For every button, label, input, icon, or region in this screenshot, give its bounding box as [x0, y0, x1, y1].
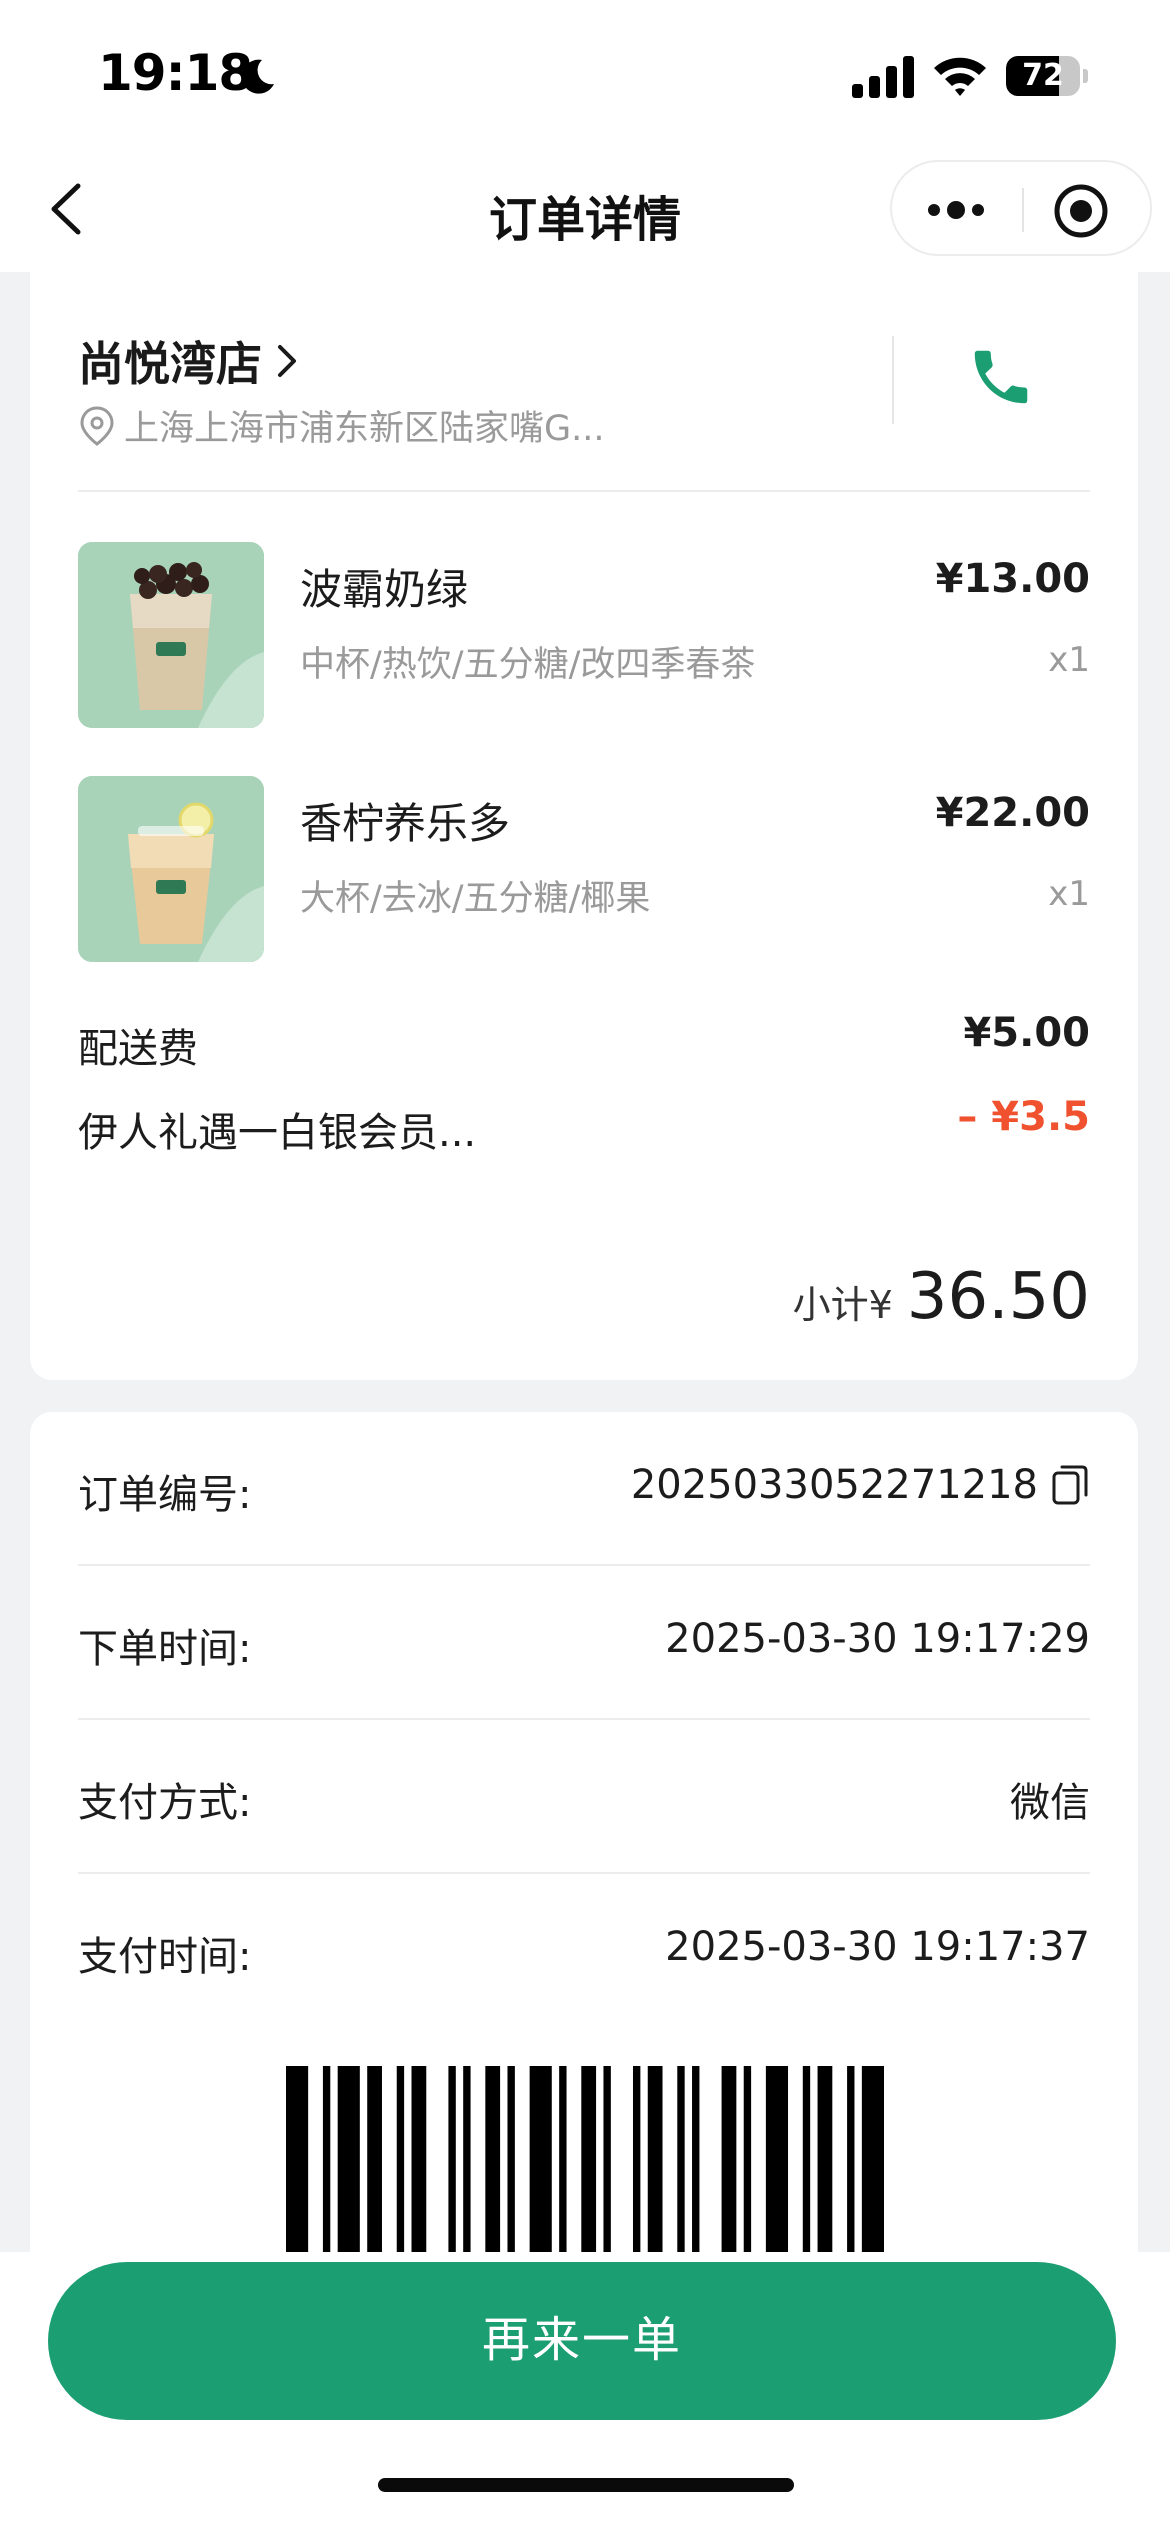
barcode-bar — [817, 2066, 833, 2252]
store-name: 尚悦湾店 — [78, 337, 262, 391]
order-item[interactable]: 香柠养乐多 大杯/去冰/五分糖/椰果 ¥22.00 x1 — [78, 776, 1090, 966]
payment-time-row: 支付时间: 2025-03-30 19:17:37 — [78, 1874, 1090, 2028]
payment-method-value: 微信 — [1010, 1780, 1090, 1826]
barcode-bar — [396, 2066, 405, 2252]
store-name-link[interactable]: 尚悦湾店 — [78, 328, 300, 394]
location-pin-icon — [80, 405, 114, 446]
store-divider — [892, 336, 894, 424]
barcode-bar — [507, 2066, 515, 2252]
delivery-fee-value: ¥5.00 — [963, 1010, 1090, 1056]
battery-level-text: 72 — [1022, 58, 1064, 93]
barcode-bar — [411, 2066, 427, 2252]
barcode-bar — [847, 2066, 855, 2252]
store-section-divider — [78, 490, 1090, 492]
discount-value: – ¥3.5 — [957, 1094, 1090, 1140]
discount-row: 伊人礼遇一白银会员... – ¥3.5 — [78, 1094, 1090, 1160]
copy-icon[interactable] — [1050, 1463, 1090, 1507]
payment-method-label: 支付方式: — [78, 1780, 252, 1826]
item-quantity: x1 — [1048, 874, 1090, 914]
mini-program-capsule — [890, 160, 1152, 256]
more-dots-icon[interactable] — [924, 188, 988, 232]
item-quantity: x1 — [1048, 640, 1090, 680]
item-price: ¥13.00 — [935, 556, 1090, 602]
order-barcode — [286, 2066, 884, 2252]
item-image — [78, 542, 264, 728]
subtotal-value: 36.50 — [906, 1260, 1090, 1334]
home-indicator — [378, 2478, 794, 2492]
signal-icon — [852, 56, 914, 98]
barcode-bar — [802, 2066, 811, 2252]
order-item[interactable]: 波霸奶绿 中杯/热饮/五分糖/改四季春茶 ¥13.00 x1 — [78, 542, 1090, 732]
wifi-icon — [934, 57, 986, 96]
order-time-value: 2025-03-30 19:17:29 — [665, 1616, 1090, 1662]
order-time-row: 下单时间: 2025-03-30 19:17:29 — [78, 1566, 1090, 1720]
moon-icon — [241, 59, 274, 94]
barcode-bar — [765, 2066, 789, 2252]
order-number-text: 2025033052271218 — [630, 1462, 1038, 1508]
order-card: 尚悦湾店 上海上海市浦东新区陆家嘴G... 波霸奶绿 中杯/热饮/五分糖/改四季… — [30, 272, 1138, 1380]
item-image — [78, 776, 264, 962]
barcode-bar — [286, 2066, 309, 2252]
barcode-bar — [367, 2066, 382, 2252]
barcode-bar — [861, 2066, 884, 2252]
status-time: 19:18 — [98, 44, 253, 102]
payment-time-value: 2025-03-30 19:17:37 — [665, 1924, 1090, 1970]
barcode-bar — [603, 2066, 611, 2252]
barcode-bar — [692, 2066, 700, 2252]
capsule-divider — [1022, 188, 1024, 232]
reorder-button[interactable]: 再来一单 — [48, 2262, 1116, 2420]
item-price: ¥22.00 — [935, 790, 1090, 836]
battery-icon: 72 — [1006, 56, 1088, 96]
target-icon[interactable] — [1052, 182, 1110, 240]
order-number-label: 订单编号: — [78, 1472, 252, 1518]
order-info-card: 订单编号: 2025033052271218 下单时间: 2025-03-30 … — [30, 1412, 1138, 2252]
phone-icon[interactable] — [966, 342, 1036, 412]
item-spec: 中杯/热饮/五分糖/改四季春茶 — [300, 645, 756, 685]
chevron-right-icon — [278, 345, 296, 377]
barcode-bar — [337, 2066, 360, 2252]
item-name: 波霸奶绿 — [300, 565, 469, 614]
barcode-bar — [529, 2066, 552, 2252]
barcode-bar — [559, 2066, 567, 2252]
barcode-bar — [485, 2066, 501, 2252]
discount-label: 伊人礼遇一白银会员... — [78, 1110, 477, 1156]
subtotal-label: 小计 — [792, 1283, 869, 1327]
barcode-bar — [322, 2066, 331, 2252]
order-number-row: 订单编号: 2025033052271218 — [78, 1412, 1090, 1566]
nav-bar: 订单详情 — [0, 150, 1170, 272]
barcode-bar — [647, 2066, 663, 2252]
status-bar: 19:18 72 — [0, 0, 1170, 150]
payment-time-label: 支付时间: — [78, 1934, 252, 1980]
order-number-value[interactable]: 2025033052271218 — [631, 1462, 1090, 1508]
store-address: 上海上海市浦东新区陆家嘴G... — [78, 400, 605, 451]
barcode-bar — [721, 2066, 737, 2252]
barcode-bar — [632, 2066, 641, 2252]
payment-method-row: 支付方式: 微信 — [78, 1720, 1090, 1874]
barcode-bar — [581, 2066, 597, 2252]
subtotal-currency: ¥ — [868, 1283, 893, 1327]
delivery-fee-label: 配送费 — [78, 1026, 198, 1072]
order-time-label: 下单时间: — [78, 1626, 252, 1672]
barcode-bar — [677, 2066, 685, 2252]
bottom-action-bar: 再来一单 — [0, 2252, 1170, 2532]
barcode-bar — [448, 2066, 456, 2252]
subtotal: 小计 ¥ 36.50 — [793, 1260, 1090, 1334]
barcode-bar — [463, 2066, 471, 2252]
store-address-text: 上海上海市浦东新区陆家嘴G... — [124, 409, 605, 449]
barcode-bar — [743, 2066, 752, 2252]
item-name: 香柠养乐多 — [300, 799, 511, 848]
delivery-fee-row: 配送费 ¥5.00 — [78, 1010, 1090, 1076]
item-spec: 大杯/去冰/五分糖/椰果 — [300, 879, 651, 919]
